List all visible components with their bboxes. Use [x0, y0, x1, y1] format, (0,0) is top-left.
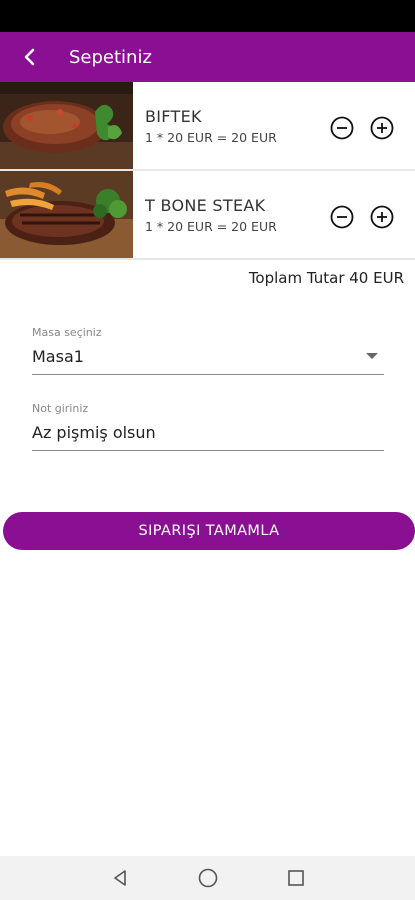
increase-quantity-button[interactable]	[370, 205, 394, 229]
decrease-quantity-button[interactable]	[330, 205, 354, 229]
nav-home-button[interactable]	[195, 865, 221, 891]
total-amount: Toplam Tutar 40 EUR	[248, 269, 404, 287]
minus-circle-icon	[330, 205, 354, 229]
table-select-label: Masa seçiniz	[32, 326, 102, 339]
system-nav-bar	[0, 856, 415, 900]
nav-recents-button[interactable]	[283, 865, 309, 891]
table-select-value: Masa1	[32, 347, 84, 366]
nav-back-icon	[113, 870, 126, 886]
page-title: Sepetiniz	[69, 46, 152, 68]
cart-list: BIFTEK 1 * 20 EUR = 20 EUR T BONE STEAK …	[0, 82, 415, 260]
item-image-t-bone-steak	[0, 171, 133, 258]
dropdown-arrow-icon[interactable]	[366, 353, 378, 359]
cart-item: BIFTEK 1 * 20 EUR = 20 EUR	[0, 82, 415, 171]
table-select-value-row[interactable]: Masa1	[32, 347, 384, 375]
note-field-label: Not giriniz	[32, 402, 89, 415]
note-field[interactable]: Not giriniz Az pişmiş olsun	[32, 402, 384, 451]
plus-circle-icon	[370, 205, 394, 229]
cart-item: T BONE STEAK 1 * 20 EUR = 20 EUR	[0, 171, 415, 260]
table-select[interactable]: Masa seçiniz Masa1	[32, 326, 384, 375]
nav-back-button[interactable]	[107, 865, 133, 891]
minus-circle-icon	[330, 116, 354, 140]
increase-quantity-button[interactable]	[370, 116, 394, 140]
item-image-steak	[0, 82, 133, 169]
nav-home-icon	[198, 868, 217, 888]
complete-order-button[interactable]: SIPARIŞI TAMAMLA	[3, 512, 415, 550]
app-bar: Sepetiniz	[0, 32, 415, 82]
back-button[interactable]	[0, 32, 60, 82]
back-chevron-icon	[24, 48, 35, 66]
plus-circle-icon	[370, 116, 394, 140]
status-bar	[0, 0, 415, 32]
nav-recents-icon	[287, 870, 304, 886]
decrease-quantity-button[interactable]	[330, 116, 354, 140]
note-input[interactable]: Az pişmiş olsun	[32, 423, 384, 451]
